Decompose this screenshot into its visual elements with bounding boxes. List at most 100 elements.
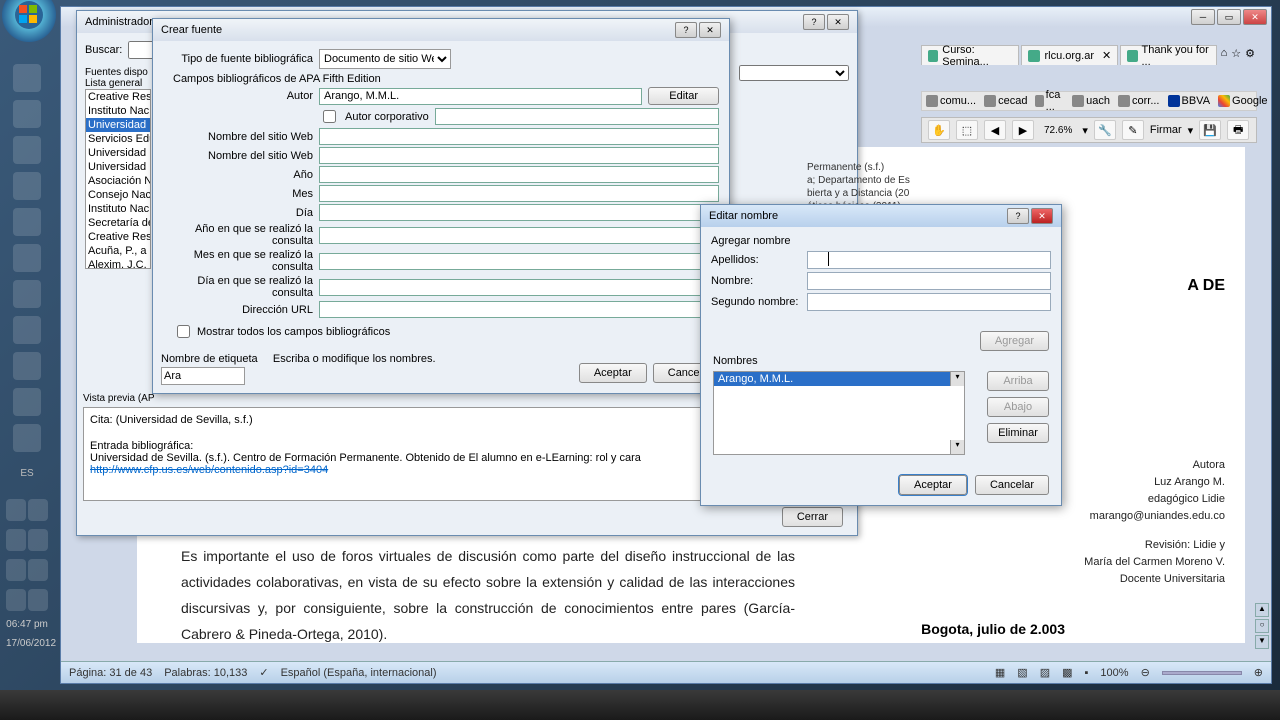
corp-checkbox[interactable] xyxy=(323,110,336,123)
bookmark[interactable]: cecad xyxy=(984,95,1027,107)
zoom-in-icon[interactable]: ⊕ xyxy=(1254,666,1263,679)
autor-input[interactable] xyxy=(319,88,642,105)
proofing-icon[interactable]: ✓ xyxy=(259,666,268,679)
page-select-icon[interactable]: ○ xyxy=(1255,619,1269,633)
sort-dropdown[interactable] xyxy=(739,65,849,81)
help-button[interactable]: ? xyxy=(675,22,697,38)
sitename2-input[interactable] xyxy=(319,147,719,164)
gear-icon[interactable]: ⚙ xyxy=(1245,47,1255,63)
show-all-checkbox[interactable] xyxy=(177,325,190,338)
arriba-button[interactable]: Arriba xyxy=(987,371,1049,391)
start-button[interactable] xyxy=(2,0,56,42)
editar-button[interactable]: Editar xyxy=(648,87,719,105)
ql-icon[interactable] xyxy=(13,136,41,164)
dropdown-icon[interactable]: ▾ xyxy=(950,440,964,454)
tray-icon[interactable] xyxy=(28,589,48,611)
eliminar-button[interactable]: Eliminar xyxy=(987,423,1049,443)
ql-icon[interactable] xyxy=(13,352,41,380)
select-tool-icon[interactable]: ⬚ xyxy=(956,120,978,140)
aceptar-button[interactable]: Aceptar xyxy=(579,363,647,383)
dropdown-icon[interactable]: ▾ xyxy=(1188,124,1194,137)
cancelar-button[interactable]: Cancelar xyxy=(975,475,1049,495)
ql-icon[interactable] xyxy=(13,100,41,128)
save-icon[interactable]: 💾 xyxy=(1199,120,1221,140)
aceptar-button[interactable]: Aceptar xyxy=(899,475,967,495)
page-up-icon[interactable]: ▲ xyxy=(1255,603,1269,617)
highlight-icon[interactable]: ✎ xyxy=(1122,120,1144,140)
bookmark[interactable]: Google xyxy=(1218,95,1267,107)
help-button[interactable]: ? xyxy=(803,14,825,30)
bookmark[interactable]: BBVA xyxy=(1168,95,1211,107)
sitename-input[interactable] xyxy=(319,128,719,145)
tool-icon[interactable]: 🔧 xyxy=(1094,120,1116,140)
year-input[interactable] xyxy=(319,166,719,183)
ql-icon[interactable] xyxy=(13,64,41,92)
zoom-slider[interactable] xyxy=(1162,671,1242,675)
close-button[interactable]: ✕ xyxy=(1031,208,1053,224)
next-page-icon[interactable]: ▶ xyxy=(1012,120,1034,140)
zoom-out-icon[interactable]: ⊖ xyxy=(1141,666,1150,679)
tab[interactable]: rlcu.org.ar✕ xyxy=(1021,45,1118,65)
ql-icon[interactable] xyxy=(13,208,41,236)
zoom-value[interactable]: 100% xyxy=(1100,667,1128,679)
hand-tool-icon[interactable]: ✋ xyxy=(928,120,950,140)
prev-page-icon[interactable]: ◀ xyxy=(984,120,1006,140)
bookmark[interactable]: comu... xyxy=(926,95,976,107)
day-accessed-input[interactable] xyxy=(319,279,719,296)
word-count[interactable]: Palabras: 10,133 xyxy=(164,667,247,679)
sign-button[interactable]: Firmar xyxy=(1150,124,1182,136)
month-accessed-input[interactable] xyxy=(319,253,719,270)
name-item[interactable]: Arango, M.M.L. xyxy=(714,372,964,386)
print-icon[interactable]: 🖶 xyxy=(1227,120,1249,140)
view-web-icon[interactable]: ▨ xyxy=(1040,666,1050,679)
corp-input[interactable] xyxy=(435,108,719,125)
tray-icon[interactable] xyxy=(6,499,26,521)
day-input[interactable] xyxy=(319,204,719,221)
page-indicator[interactable]: Página: 31 de 43 xyxy=(69,667,152,679)
ql-icon[interactable] xyxy=(13,388,41,416)
tray-icon[interactable] xyxy=(28,499,48,521)
zoom-level[interactable]: 72.6% xyxy=(1040,125,1076,136)
minimize-button[interactable]: ─ xyxy=(1191,9,1215,25)
ql-icon[interactable] xyxy=(13,316,41,344)
home-icon[interactable]: ⌂ xyxy=(1221,47,1228,63)
year-accessed-input[interactable] xyxy=(319,227,719,244)
dropdown-icon[interactable]: ▾ xyxy=(1082,124,1088,137)
star-icon[interactable]: ☆ xyxy=(1231,47,1241,63)
url-input[interactable] xyxy=(319,301,719,318)
abajo-button[interactable]: Abajo xyxy=(987,397,1049,417)
bookmark[interactable]: corr... xyxy=(1118,95,1160,107)
tab[interactable]: Thank you for ... xyxy=(1120,45,1216,65)
view-outline-icon[interactable]: ▩ xyxy=(1062,666,1072,679)
tab[interactable]: Curso: Semina... xyxy=(921,45,1019,65)
tray-icon[interactable] xyxy=(6,559,26,581)
ql-icon[interactable] xyxy=(13,244,41,272)
language-status[interactable]: Español (España, internacional) xyxy=(281,667,437,679)
month-input[interactable] xyxy=(319,185,719,202)
dropdown-icon[interactable]: ▾ xyxy=(950,372,964,386)
close-button[interactable]: ✕ xyxy=(827,14,849,30)
ql-icon[interactable] xyxy=(13,172,41,200)
bookmark[interactable]: fca ... xyxy=(1035,89,1064,113)
cerrar-button[interactable]: Cerrar xyxy=(782,507,843,527)
apellidos-input[interactable] xyxy=(807,251,1051,269)
ql-icon[interactable] xyxy=(13,280,41,308)
tag-input[interactable] xyxy=(161,367,245,385)
tray-icon[interactable] xyxy=(28,559,48,581)
view-draft-icon[interactable]: ▪ xyxy=(1085,667,1089,679)
page-down-icon[interactable]: ▼ xyxy=(1255,635,1269,649)
tray-icon[interactable] xyxy=(6,589,26,611)
agregar-button[interactable]: Agregar xyxy=(980,331,1049,351)
close-button[interactable]: ✕ xyxy=(1243,9,1267,25)
nombre-input[interactable] xyxy=(807,272,1051,290)
tray-icon[interactable] xyxy=(28,529,48,551)
names-list[interactable]: Arango, M.M.L. ▾ ▾ xyxy=(713,371,965,455)
view-print-icon[interactable]: ▦ xyxy=(995,666,1005,679)
tipo-select[interactable]: Documento de sitio Web xyxy=(319,49,451,69)
ql-icon[interactable] xyxy=(13,424,41,452)
bookmark[interactable]: uach xyxy=(1072,95,1110,107)
language-indicator[interactable]: ES xyxy=(6,468,48,479)
close-button[interactable]: ✕ xyxy=(699,22,721,38)
tray-icon[interactable] xyxy=(6,529,26,551)
close-tab-icon[interactable]: ✕ xyxy=(1102,49,1111,62)
